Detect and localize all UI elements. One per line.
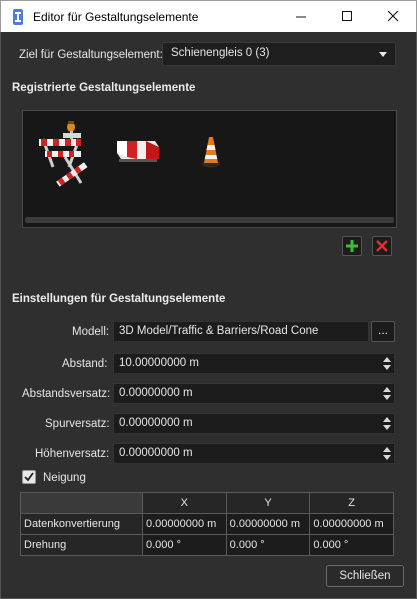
table-row: Drehung 0.000 ° 0.000 ° 0.000 ° [20, 534, 394, 556]
close-dialog-button[interactable]: Schließen [326, 565, 404, 587]
add-element-button[interactable] [342, 236, 362, 256]
plus-icon [346, 240, 358, 252]
settings-section-title: Einstellungen für Gestaltungselemente [12, 293, 226, 305]
table-cell[interactable]: 0.000 ° [309, 534, 394, 556]
transform-table: X Y Z Datenkonvertierung 0.00000000 m 0.… [20, 492, 394, 556]
delete-icon [376, 240, 388, 252]
row-header-rotation: Drehung [20, 534, 143, 556]
target-value: Schienengleis 0 (3) [171, 47, 270, 59]
close-window-button[interactable] [370, 1, 416, 32]
lane-offset-spinner[interactable] [382, 416, 392, 431]
target-label: Ziel für Gestaltungselement: [19, 49, 163, 61]
close-icon [387, 11, 398, 22]
traffic-cone-icon[interactable] [201, 135, 221, 169]
spacing-offset-label: Abstandsversatz: [22, 388, 111, 400]
height-offset-value: 0.00000000 m [119, 447, 193, 459]
table-cell[interactable]: 0.000 ° [225, 534, 311, 556]
app-icon [13, 9, 23, 25]
chevron-down-icon [379, 52, 387, 57]
registered-section-title: Registrierte Gestaltungselemente [12, 82, 196, 94]
lane-offset-value: 0.00000000 m [119, 417, 193, 429]
maximize-icon [341, 11, 352, 21]
barrier-fence-icon[interactable] [35, 117, 93, 189]
table-cell[interactable]: 0.000 ° [142, 534, 227, 556]
lane-offset-input[interactable]: 0.00000000 m [113, 413, 395, 434]
lane-offset-label: Spurversatz: [45, 418, 110, 430]
spacing-value: 10.00000000 m [119, 357, 199, 369]
height-offset-input[interactable]: 0.00000000 m [113, 443, 395, 464]
table-corner [20, 492, 143, 514]
window-title: Editor für Gestaltungselemente [33, 10, 199, 24]
checkmark-icon [24, 472, 34, 482]
gallery-scrollbar[interactable] [25, 217, 394, 223]
model-browse-button[interactable]: ... [371, 321, 395, 342]
spacing-offset-input[interactable]: 0.00000000 m [113, 383, 395, 404]
row-header-data-conversion: Datenkonvertierung [20, 513, 143, 535]
column-header-z: Z [309, 492, 394, 514]
target-select[interactable]: Schienengleis 0 (3) [162, 42, 396, 66]
table-header-row: X Y Z [20, 492, 394, 514]
maximize-button[interactable] [324, 1, 370, 32]
title-bar: Editor für Gestaltungselemente [0, 0, 417, 32]
model-field[interactable]: 3D Model/Traffic & Barriers/Road Cone [113, 321, 369, 342]
table-cell[interactable]: 0.00000000 m [225, 513, 311, 535]
model-label: Modell: [72, 326, 110, 338]
spacing-offset-value: 0.00000000 m [119, 387, 193, 399]
remove-element-button[interactable] [372, 236, 392, 256]
minimize-button[interactable] [278, 1, 324, 32]
spacing-offset-spinner[interactable] [382, 386, 392, 401]
traffic-barrier-icon[interactable] [115, 137, 161, 165]
spacing-label: Abstand: [62, 358, 108, 370]
registered-elements-gallery[interactable] [22, 110, 397, 228]
tilt-label: Neigung [43, 472, 86, 484]
table-row: Datenkonvertierung 0.00000000 m 0.000000… [20, 513, 394, 535]
table-cell[interactable]: 0.00000000 m [142, 513, 227, 535]
column-header-x: X [142, 492, 227, 514]
height-offset-spinner[interactable] [382, 446, 392, 461]
minimize-icon [295, 16, 306, 18]
height-offset-label: Höhenversatz: [35, 448, 110, 460]
column-header-y: Y [225, 492, 311, 514]
table-cell[interactable]: 0.00000000 m [309, 513, 394, 535]
spacing-spinner[interactable] [382, 356, 392, 371]
tilt-checkbox[interactable] [22, 470, 36, 484]
spacing-input[interactable]: 10.00000000 m [113, 353, 395, 374]
